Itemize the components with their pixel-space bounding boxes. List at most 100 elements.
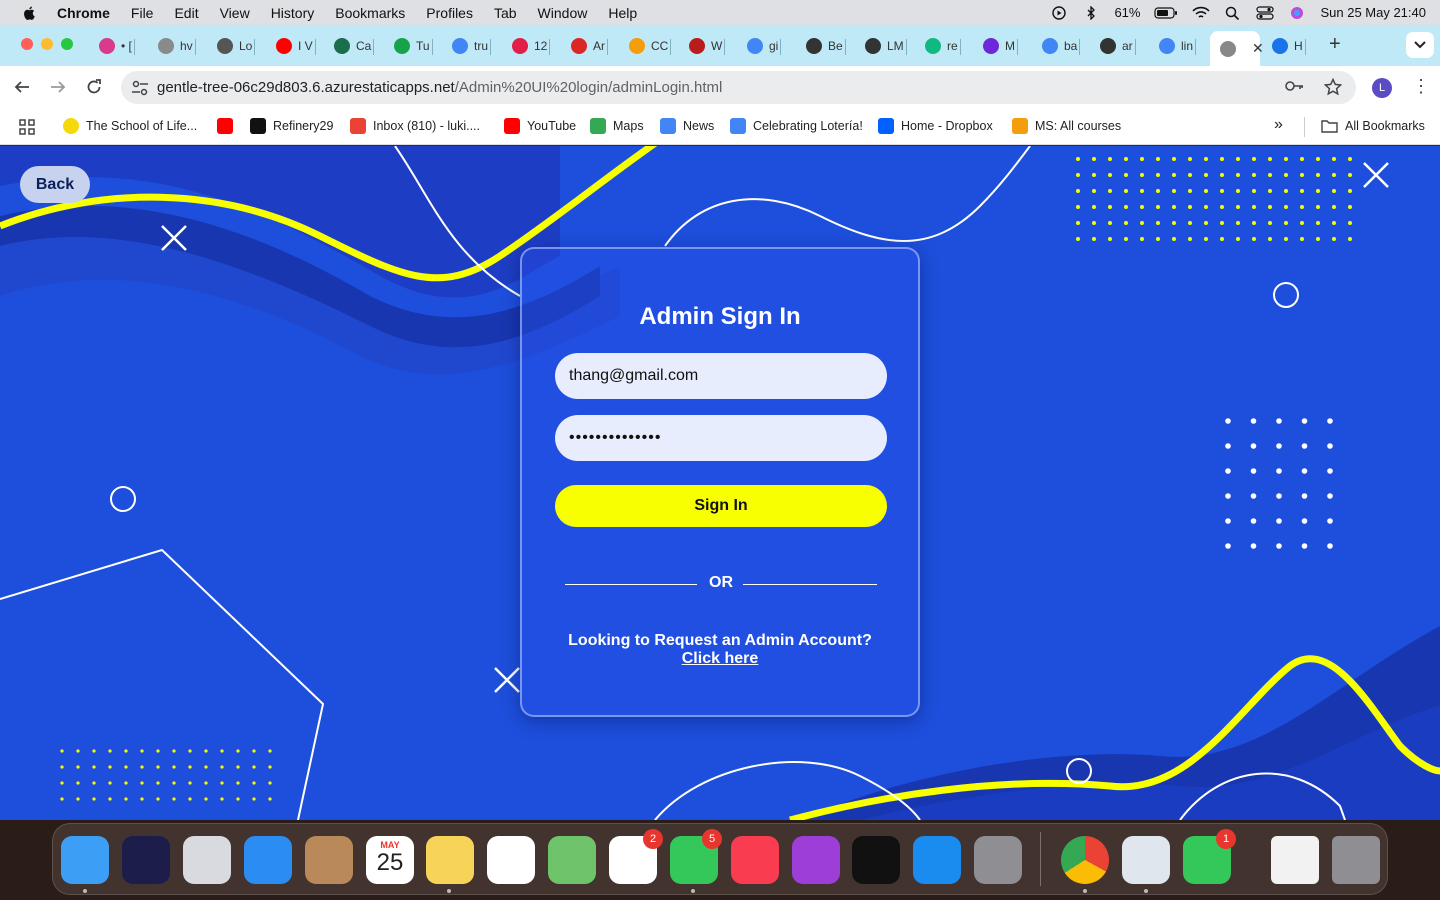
- chrome-icon[interactable]: [1061, 836, 1109, 884]
- browser-tab[interactable]: 12: [512, 33, 551, 59]
- tab-label: Be: [828, 39, 843, 53]
- bookmark-item[interactable]: Refinery29: [250, 118, 333, 134]
- more-menu-icon[interactable]: ⋮: [1412, 76, 1430, 97]
- play-circle-icon[interactable]: [1050, 5, 1068, 20]
- launchpad-icon[interactable]: [183, 836, 231, 884]
- menu-view[interactable]: View: [220, 5, 250, 21]
- system-settings-icon[interactable]: [974, 836, 1022, 884]
- wifi-icon[interactable]: [1192, 6, 1211, 20]
- menu-history[interactable]: History: [271, 5, 315, 21]
- back-button[interactable]: Back: [20, 166, 90, 203]
- tab-search-button[interactable]: [1406, 32, 1434, 58]
- menu-bookmarks[interactable]: Bookmarks: [335, 5, 405, 21]
- reminders-icon[interactable]: [487, 836, 535, 884]
- close-window-icon[interactable]: [21, 38, 33, 50]
- apps-grid-icon[interactable]: [19, 119, 35, 135]
- bluetooth-icon[interactable]: [1082, 5, 1100, 20]
- browser-tab[interactable]: Lo: [217, 33, 256, 59]
- browser-tab[interactable]: Tu: [394, 33, 433, 59]
- browser-tab[interactable]: I V: [276, 33, 316, 59]
- tv-icon[interactable]: [852, 836, 900, 884]
- close-tab-icon[interactable]: ✕: [1252, 40, 1264, 57]
- menu-profiles[interactable]: Profiles: [426, 5, 473, 21]
- apple-icon[interactable]: [20, 5, 40, 21]
- browser-tab[interactable]: ✕: [1210, 31, 1264, 66]
- bookmark-item[interactable]: The School of Life...: [63, 118, 197, 134]
- email-input[interactable]: [555, 353, 887, 399]
- url-path: /Admin%20UI%20login/adminLogin.html: [454, 79, 723, 96]
- site-info-icon[interactable]: [131, 79, 149, 97]
- password-input[interactable]: [555, 415, 887, 461]
- control-center-icon[interactable]: [1256, 5, 1275, 20]
- menu-tab[interactable]: Tab: [494, 5, 517, 21]
- maximize-window-icon[interactable]: [61, 38, 73, 50]
- browser-tab[interactable]: gi: [747, 33, 782, 59]
- bookmark-item[interactable]: MS: All courses: [1012, 118, 1121, 134]
- calendar-icon[interactable]: MAY 25: [366, 836, 414, 884]
- menu-file[interactable]: File: [131, 5, 154, 21]
- browser-tab[interactable]: re: [925, 33, 961, 59]
- decorative-dot: [1316, 221, 1320, 225]
- browser-tab[interactable]: hv: [158, 33, 196, 59]
- siri-icon[interactable]: [1288, 6, 1306, 20]
- bookmark-item[interactable]: [217, 118, 240, 134]
- spotlight-search-icon[interactable]: [1224, 6, 1242, 20]
- browser-tab[interactable]: Be: [806, 33, 846, 59]
- browser-tab[interactable]: lin: [1159, 33, 1197, 59]
- finder-icon[interactable]: [61, 836, 109, 884]
- bookmark-item[interactable]: YouTube: [504, 118, 576, 134]
- browser-tab[interactable]: LM: [865, 33, 907, 59]
- decorative-dot: [60, 765, 64, 769]
- browser-tab[interactable]: Ca: [334, 33, 375, 59]
- tab-label: • [: [121, 39, 132, 53]
- decorative-dot: [1236, 221, 1240, 225]
- podcasts-icon[interactable]: [792, 836, 840, 884]
- password-key-icon[interactable]: [1284, 78, 1304, 94]
- browser-tab[interactable]: ba: [1042, 33, 1081, 59]
- browser-tab[interactable]: H: [1272, 33, 1306, 59]
- battery-icon[interactable]: [1154, 6, 1178, 20]
- menu-clock[interactable]: Sun 25 May 21:40: [1320, 5, 1426, 20]
- profile-avatar[interactable]: L: [1372, 78, 1392, 98]
- sign-in-button[interactable]: Sign In: [555, 485, 887, 527]
- browser-tab[interactable]: CC: [629, 33, 672, 59]
- more-bookmarks-icon[interactable]: »: [1274, 116, 1283, 134]
- browser-tab[interactable]: ar: [1100, 33, 1136, 59]
- bookmark-item[interactable]: Celebrating Lotería!: [730, 118, 863, 134]
- contacts-icon[interactable]: [305, 836, 353, 884]
- bookmark-item[interactable]: Inbox (810) - luki....: [350, 118, 480, 134]
- notes-icon[interactable]: [426, 836, 474, 884]
- app-store-icon[interactable]: [913, 836, 961, 884]
- minimize-window-icon[interactable]: [41, 38, 53, 50]
- browser-tab[interactable]: M: [983, 33, 1018, 59]
- trash-icon[interactable]: [1332, 836, 1380, 884]
- preview-icon[interactable]: [1122, 836, 1170, 884]
- browser-tab[interactable]: tru: [452, 33, 492, 59]
- address-bar[interactable]: gentle-tree-06c29d803.6.azurestaticapps.…: [121, 71, 1356, 104]
- reload-icon[interactable]: [84, 77, 104, 97]
- bookmark-item[interactable]: Home - Dropbox: [878, 118, 993, 134]
- music-icon[interactable]: [731, 836, 779, 884]
- browser-tab[interactable]: • [: [99, 33, 135, 59]
- documents-icon[interactable]: [1271, 836, 1319, 884]
- mail-icon[interactable]: [244, 836, 292, 884]
- forward-arrow-icon[interactable]: [48, 77, 68, 97]
- browser-tab[interactable]: Ar: [571, 33, 608, 59]
- all-bookmarks-folder[interactable]: All Bookmarks: [1321, 118, 1425, 134]
- siri-icon[interactable]: [122, 836, 170, 884]
- maps-icon[interactable]: [548, 836, 596, 884]
- bookmark-item[interactable]: News: [660, 118, 714, 134]
- decorative-dot: [1140, 173, 1144, 177]
- decorative-dot: [1092, 221, 1096, 225]
- new-tab-button[interactable]: +: [1329, 33, 1341, 56]
- menu-window[interactable]: Window: [538, 5, 588, 21]
- menu-help[interactable]: Help: [608, 5, 637, 21]
- bookmark-item[interactable]: Maps: [590, 118, 644, 134]
- browser-tab[interactable]: W: [689, 33, 726, 59]
- decorative-dot: [1220, 221, 1224, 225]
- bookmark-star-icon[interactable]: [1324, 78, 1342, 96]
- request-account-link[interactable]: Click here: [522, 650, 918, 668]
- menu-edit[interactable]: Edit: [174, 5, 198, 21]
- back-arrow-icon[interactable]: [12, 77, 32, 97]
- menu-app-name[interactable]: Chrome: [57, 5, 110, 21]
